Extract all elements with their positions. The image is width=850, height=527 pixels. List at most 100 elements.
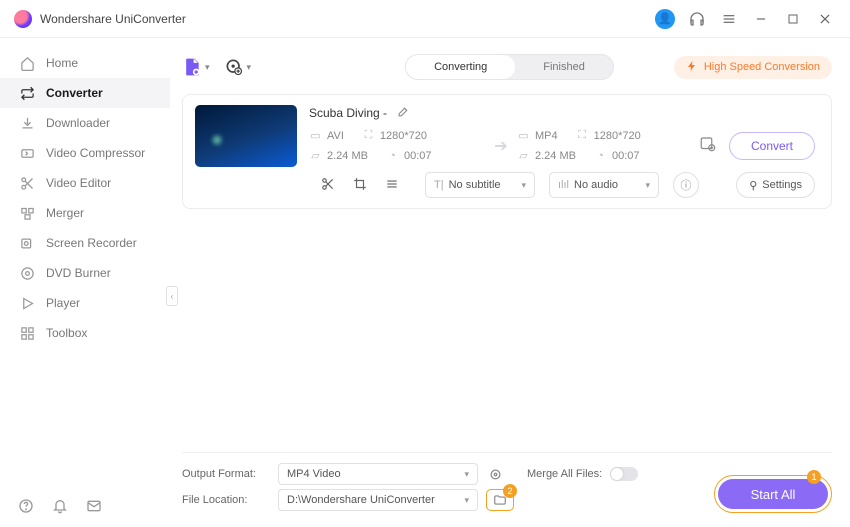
- add-file-button[interactable]: ▾: [182, 57, 210, 77]
- clock-icon: ◔: [594, 150, 607, 162]
- cut-icon[interactable]: [321, 177, 335, 194]
- file-plus-icon: [182, 57, 202, 77]
- sidebar-item-label: Video Editor: [46, 176, 111, 190]
- sidebar-item-label: Merger: [46, 206, 84, 220]
- info-button[interactable]: ⓘ: [673, 172, 699, 198]
- sidebar: Home Converter Downloader Video Compress…: [0, 38, 170, 527]
- output-format-gear-icon[interactable]: [488, 467, 503, 482]
- maximize-button[interactable]: [782, 8, 804, 30]
- sidebar-item-player[interactable]: Player: [0, 288, 170, 318]
- home-icon: [18, 56, 36, 71]
- src-size: 2.24 MB: [327, 150, 368, 162]
- bell-icon[interactable]: [52, 498, 68, 517]
- sidebar-item-recorder[interactable]: Screen Recorder: [0, 228, 170, 258]
- subtitle-dropdown[interactable]: T|No subtitle▾: [425, 172, 535, 198]
- sidebar-item-label: Toolbox: [46, 326, 87, 340]
- resolution-icon: ⛶: [362, 129, 375, 142]
- sidebar-item-downloader[interactable]: Downloader: [0, 108, 170, 138]
- output-settings-icon[interactable]: [699, 135, 717, 156]
- grid-icon: [18, 326, 36, 341]
- src-duration: 00:07: [404, 150, 432, 162]
- high-speed-label: High Speed Conversion: [704, 61, 820, 73]
- scissors-icon: [18, 176, 36, 191]
- sidebar-item-converter[interactable]: Converter: [0, 78, 170, 108]
- size-icon: ▱: [517, 149, 530, 162]
- merge-files-label: Merge All Files:: [527, 468, 602, 480]
- sidebar-item-editor[interactable]: Video Editor: [0, 168, 170, 198]
- sidebar-item-dvd[interactable]: DVD Burner: [0, 258, 170, 288]
- play-icon: [18, 296, 36, 311]
- dst-resolution: 1280*720: [594, 130, 641, 142]
- settings-label: Settings: [762, 179, 802, 191]
- user-avatar[interactable]: 👤: [654, 8, 676, 30]
- resolution-icon: ⛶: [576, 129, 589, 142]
- effects-icon[interactable]: [385, 177, 399, 194]
- crop-icon[interactable]: [353, 177, 367, 194]
- dst-size: 2.24 MB: [535, 150, 576, 162]
- sidebar-item-label: Converter: [46, 86, 103, 100]
- tab-finished[interactable]: Finished: [515, 55, 613, 79]
- help-icon[interactable]: [18, 498, 34, 517]
- sidebar-item-label: Screen Recorder: [46, 236, 137, 250]
- menu-icon[interactable]: [718, 8, 740, 30]
- tabs: Converting Finished: [405, 54, 614, 80]
- recorder-icon: [18, 236, 36, 251]
- sidebar-item-home[interactable]: Home: [0, 48, 170, 78]
- search-icon: ⚲: [749, 179, 757, 192]
- file-location-value: D:\Wondershare UniConverter: [287, 494, 435, 506]
- merger-icon: [18, 206, 36, 221]
- sidebar-item-toolbox[interactable]: Toolbox: [0, 318, 170, 348]
- clock-icon: ◔: [386, 150, 399, 162]
- sidebar-item-label: Home: [46, 56, 78, 70]
- tab-converting[interactable]: Converting: [406, 55, 515, 79]
- high-speed-button[interactable]: High Speed Conversion: [674, 56, 832, 79]
- size-icon: ▱: [309, 149, 322, 162]
- output-format-value: MP4 Video: [287, 468, 341, 480]
- file-location-dropdown[interactable]: D:\Wondershare UniConverter▾: [278, 489, 478, 511]
- app-logo: [14, 10, 32, 28]
- edit-title-icon[interactable]: [397, 105, 410, 121]
- settings-button[interactable]: ⚲ Settings: [736, 172, 815, 198]
- chevron-down-icon: ▾: [205, 62, 210, 73]
- mail-icon[interactable]: [86, 498, 102, 517]
- sidebar-item-label: DVD Burner: [46, 266, 111, 280]
- headset-icon[interactable]: [686, 8, 708, 30]
- audio-dropdown[interactable]: ılılNo audio▾: [549, 172, 659, 198]
- arrow-right-icon: ➔: [485, 136, 517, 156]
- output-format-dropdown[interactable]: MP4 Video▾: [278, 463, 478, 485]
- annotation-2: 2: [503, 484, 517, 498]
- start-all-highlight: 1 Start All: [714, 475, 832, 513]
- bolt-icon: [686, 60, 698, 75]
- compressor-icon: [18, 146, 36, 161]
- format-icon: ▭: [309, 129, 322, 142]
- annotation-1: 1: [807, 470, 821, 484]
- converter-icon: [18, 86, 36, 101]
- src-resolution: 1280*720: [380, 130, 427, 142]
- audio-value: No audio: [574, 179, 618, 191]
- disc-icon: [18, 266, 36, 281]
- sidebar-item-label: Player: [46, 296, 80, 310]
- app-title: Wondershare UniConverter: [40, 12, 186, 26]
- format-icon: ▭: [517, 129, 530, 142]
- dst-duration: 00:07: [612, 150, 640, 162]
- close-button[interactable]: [814, 8, 836, 30]
- src-format: AVI: [327, 130, 344, 142]
- merge-files-toggle[interactable]: [610, 467, 638, 481]
- open-folder-button[interactable]: 2: [486, 489, 514, 511]
- sidebar-item-compressor[interactable]: Video Compressor: [0, 138, 170, 168]
- output-format-label: Output Format:: [182, 468, 278, 480]
- file-location-label: File Location:: [182, 494, 278, 506]
- add-url-button[interactable]: ▾: [224, 57, 252, 77]
- download-icon: [18, 116, 36, 131]
- minimize-button[interactable]: [750, 8, 772, 30]
- dst-format: MP4: [535, 130, 558, 142]
- sidebar-item-label: Video Compressor: [46, 146, 145, 160]
- file-title: Scuba Diving -: [309, 106, 387, 120]
- sidebar-item-merger[interactable]: Merger: [0, 198, 170, 228]
- chevron-down-icon: ▾: [247, 62, 252, 73]
- convert-button[interactable]: Convert: [729, 132, 815, 160]
- target-plus-icon: [224, 57, 244, 77]
- sidebar-item-label: Downloader: [46, 116, 110, 130]
- file-card: Scuba Diving - ▭ AVI ⛶ 1280*720 ▱ 2.24 MB ◔…: [182, 94, 832, 209]
- video-thumbnail[interactable]: [195, 105, 297, 167]
